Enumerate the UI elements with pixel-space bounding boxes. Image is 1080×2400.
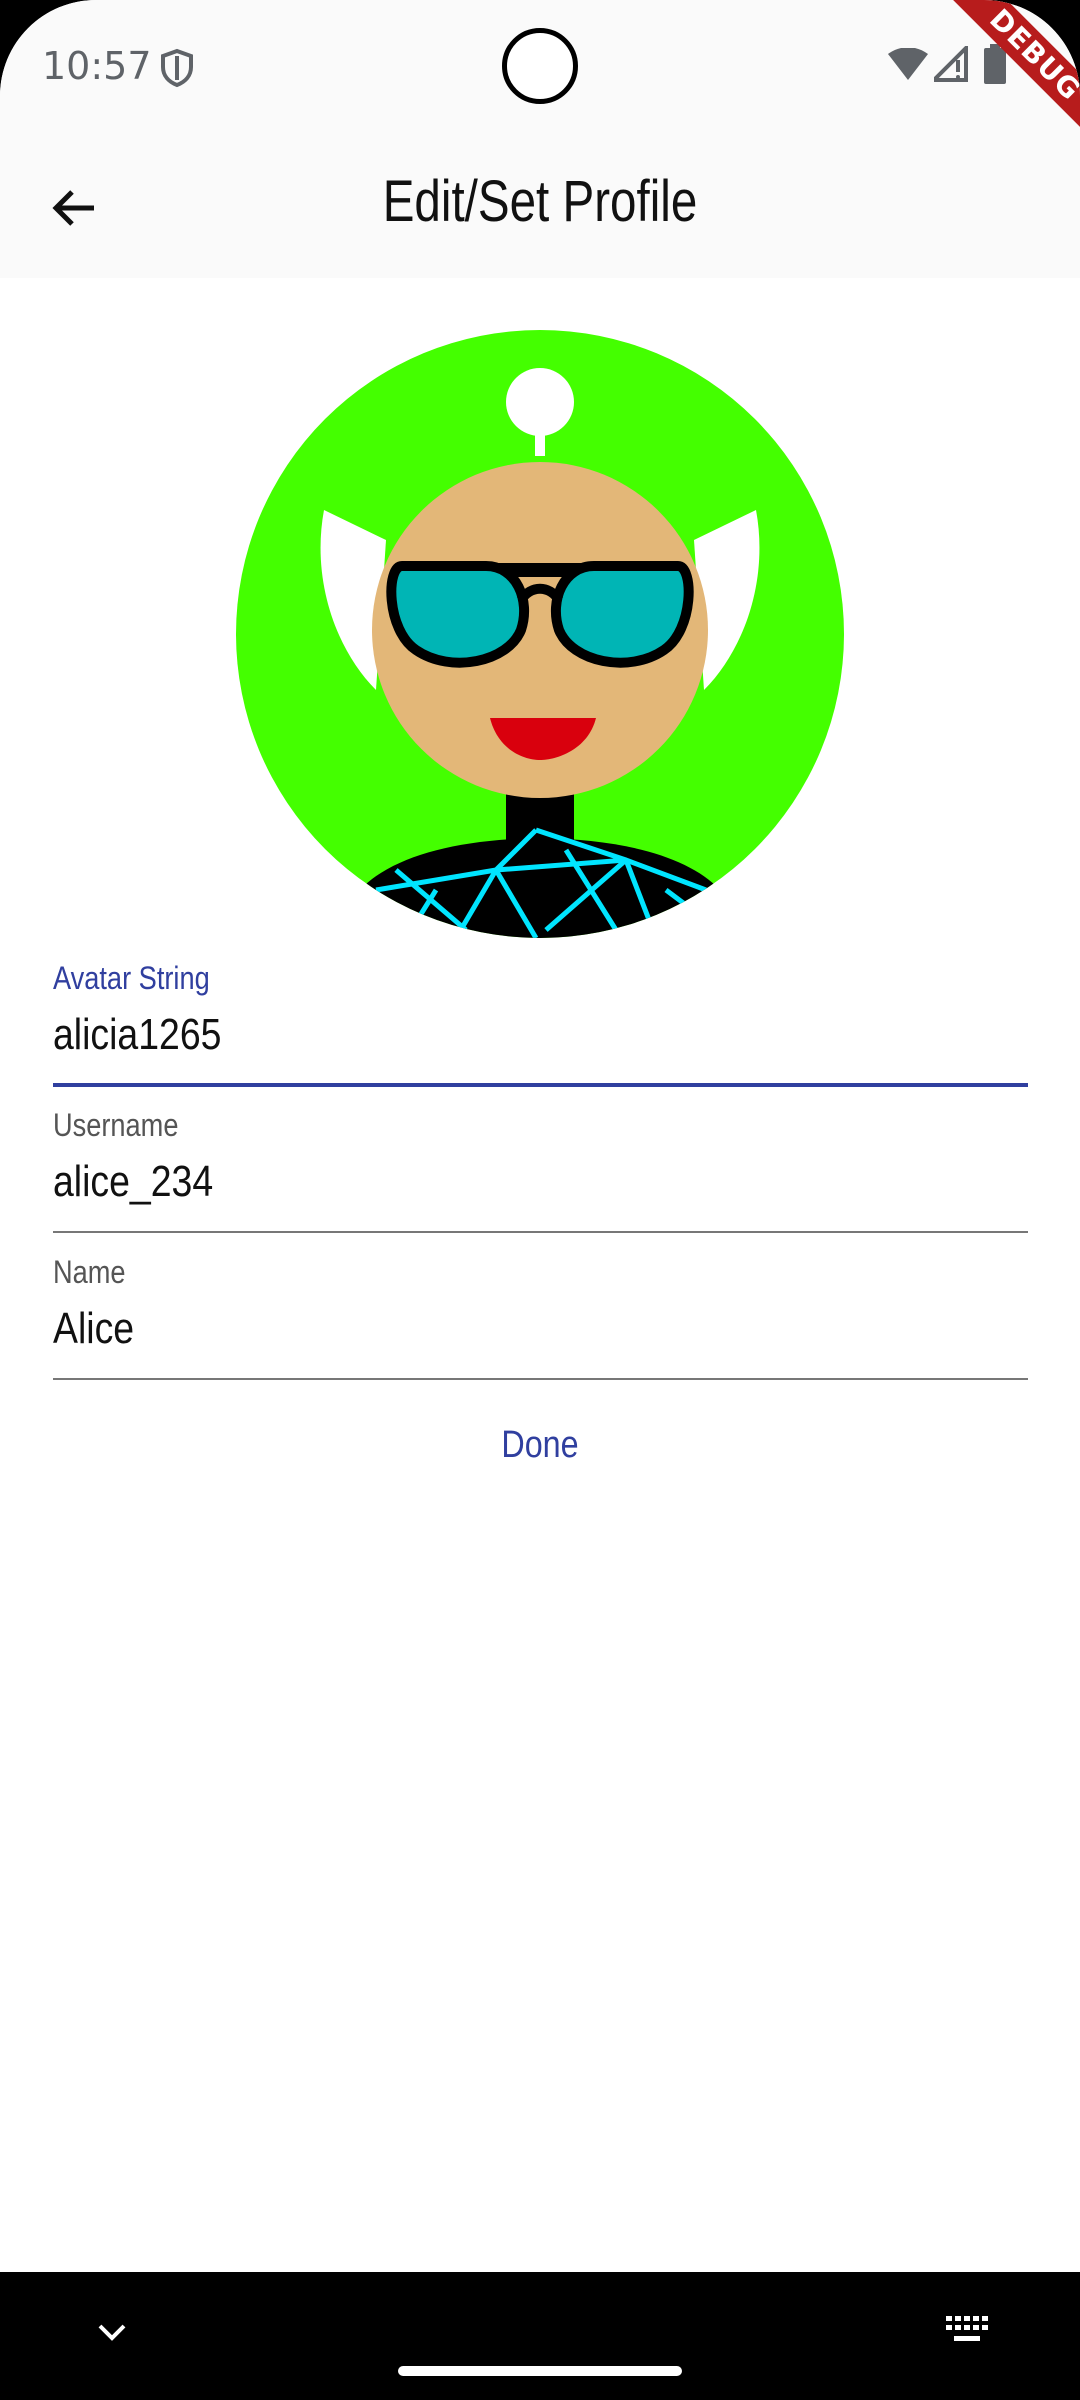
status-time: 10:57 [42, 44, 152, 88]
name-input[interactable] [53, 1304, 1007, 1354]
status-bar: 10:57 DEBUG [0, 0, 1080, 161]
username-field[interactable]: Username [53, 1107, 1028, 1237]
keyboard-icon[interactable] [944, 2314, 990, 2348]
wifi-icon [888, 48, 928, 80]
navigation-bar [0, 2272, 1080, 2400]
avatar-string-input[interactable] [53, 1010, 1007, 1060]
arrow-back-icon [52, 190, 94, 226]
avatar[interactable] [236, 330, 844, 938]
avatar-string-field[interactable]: Avatar String [53, 960, 1028, 1090]
shield-icon [161, 48, 193, 88]
avatar-string-label: Avatar String [53, 960, 210, 996]
username-underline [53, 1231, 1028, 1233]
done-button[interactable]: Done [455, 1410, 625, 1480]
app-bar: Edit/Set Profile [0, 128, 1080, 278]
username-label: Username [53, 1107, 179, 1143]
avatar-string-underline [53, 1083, 1028, 1087]
profile-screen: 10:57 DEBUG Edit/Set Profile Avatar Stri… [0, 0, 1080, 2400]
home-handle[interactable] [398, 2366, 682, 2376]
camera-cutout [502, 28, 578, 104]
name-underline [53, 1378, 1028, 1380]
name-label: Name [53, 1254, 126, 1290]
avatar-image [236, 330, 844, 938]
chevron-down-icon[interactable] [92, 2312, 132, 2352]
signal-icon [934, 46, 968, 82]
name-field[interactable]: Name [53, 1254, 1028, 1384]
username-input[interactable] [53, 1157, 1007, 1207]
page-title: Edit/Set Profile [382, 169, 698, 234]
